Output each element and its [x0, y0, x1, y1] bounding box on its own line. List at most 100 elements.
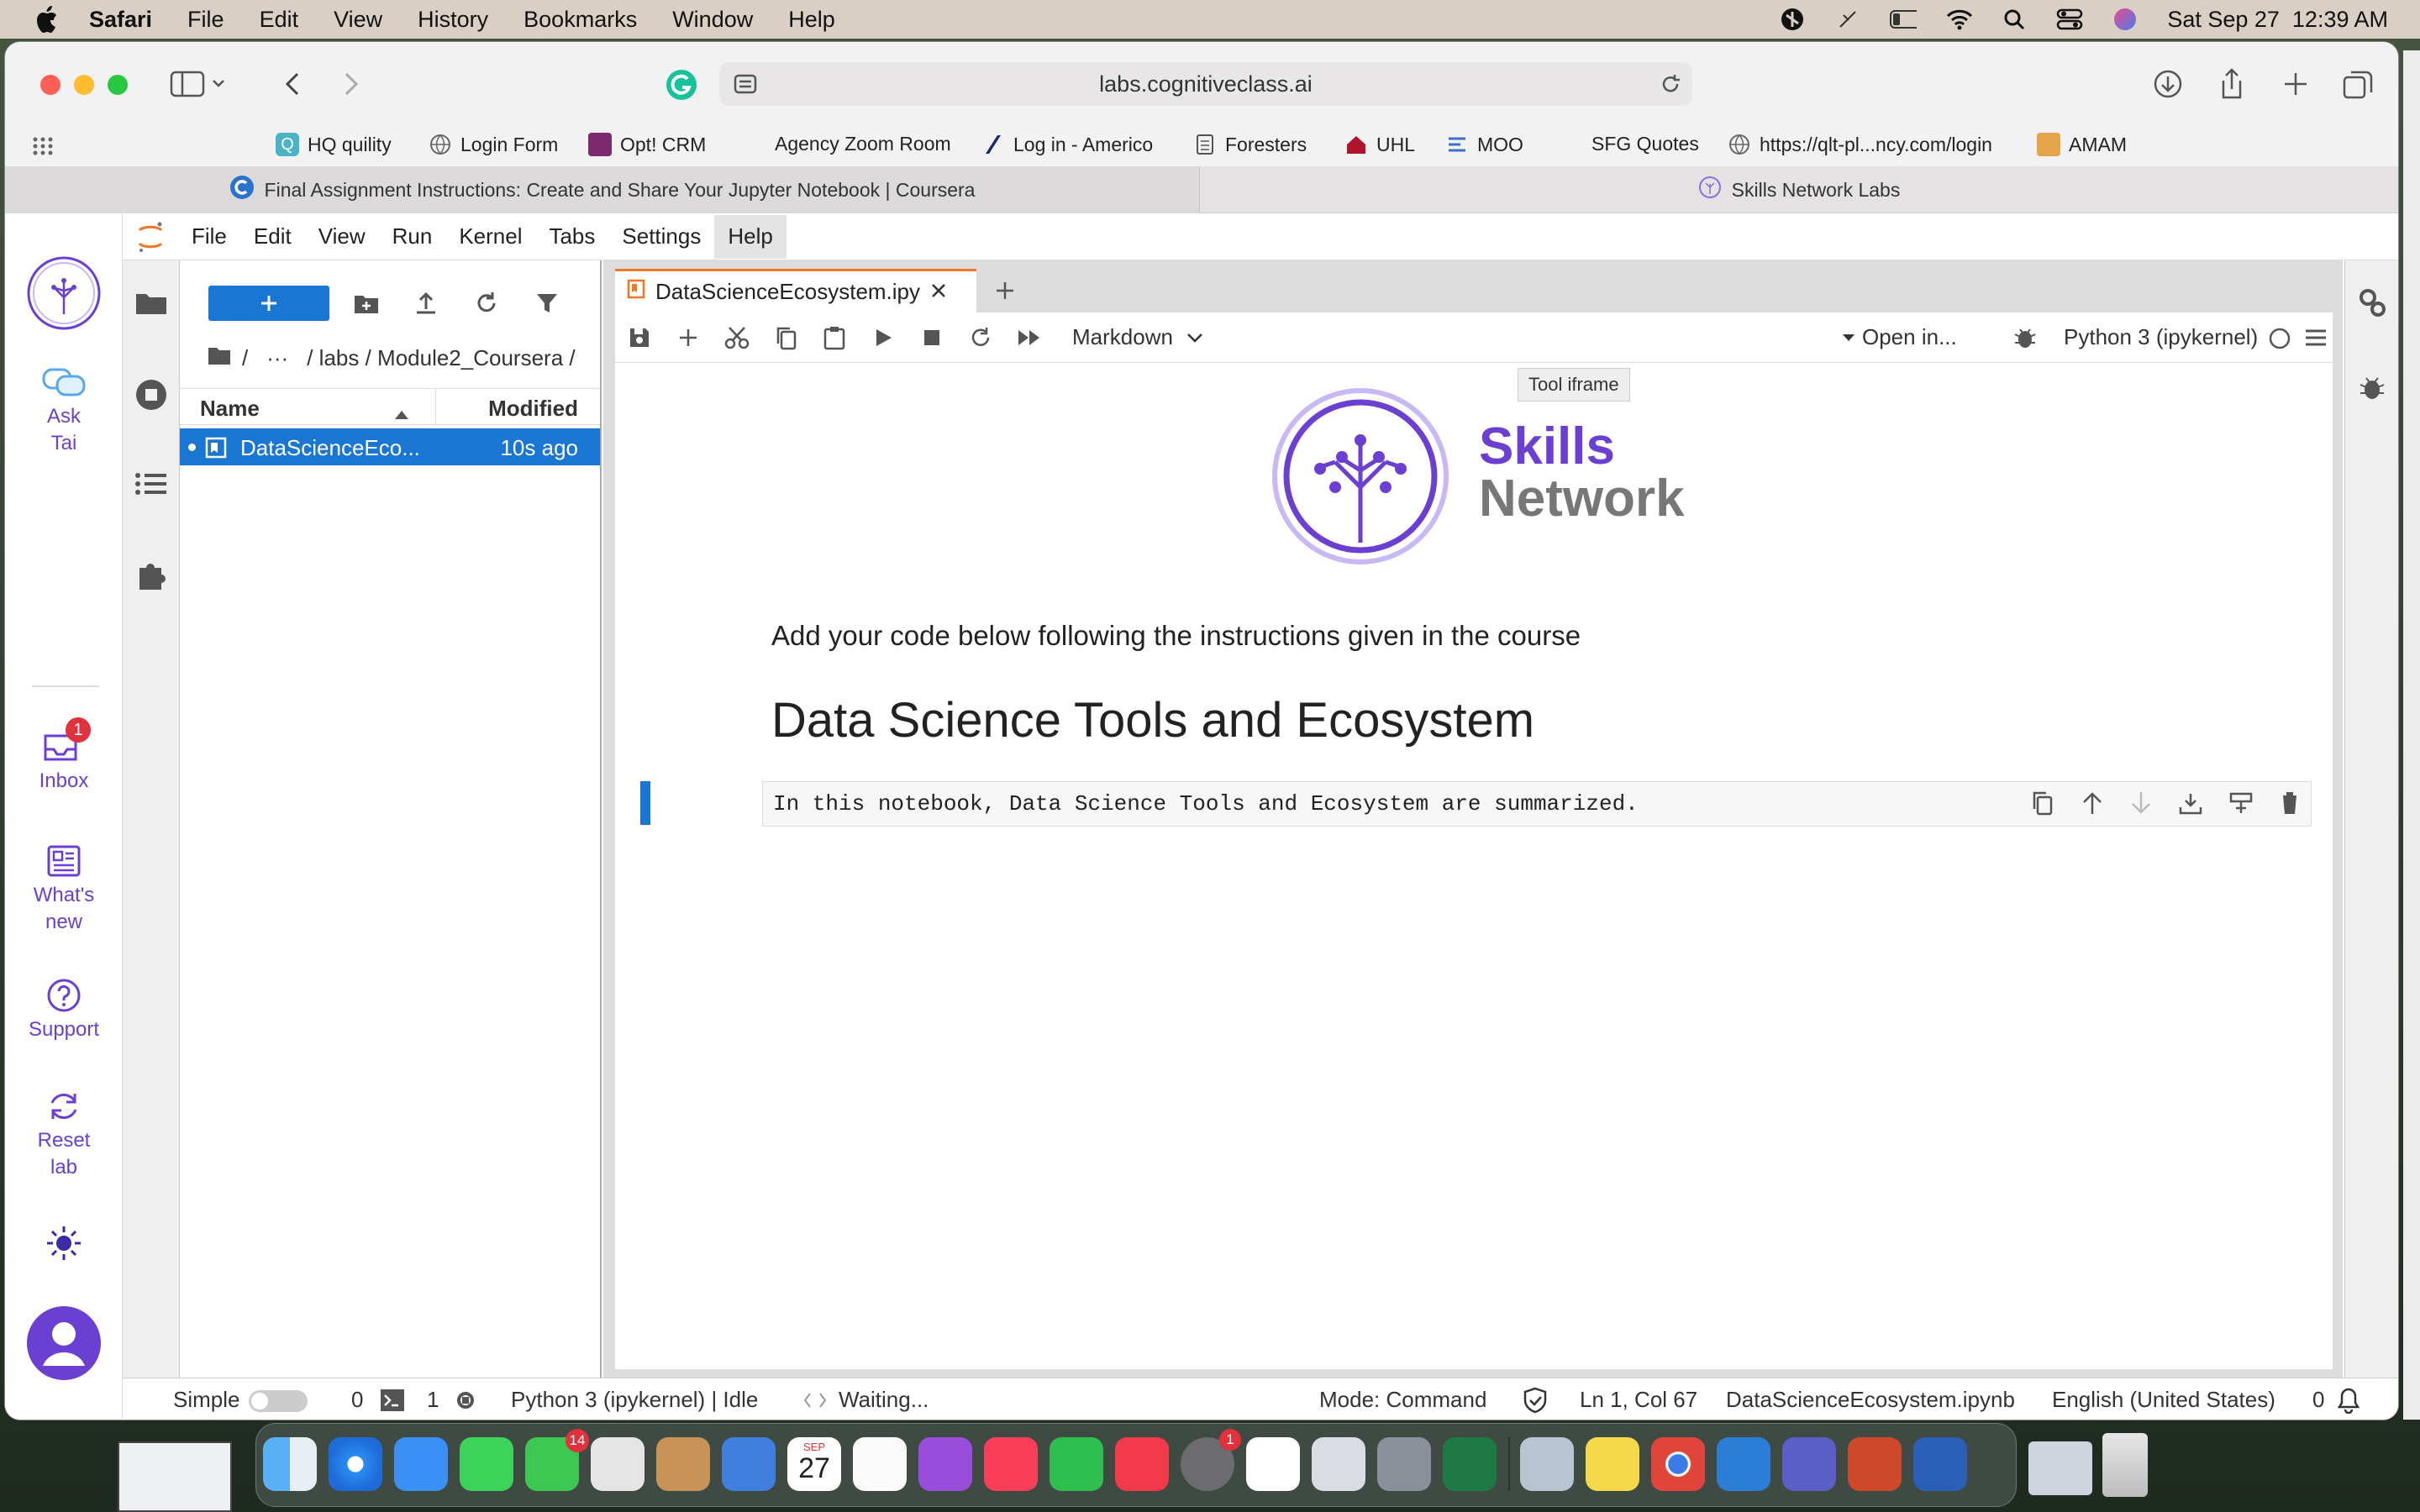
- home-folder-icon[interactable]: [207, 344, 232, 372]
- property-inspector-gears-icon[interactable]: [2357, 286, 2387, 323]
- iphone-mirroring-icon[interactable]: [1312, 1437, 1365, 1491]
- restart-kernel-icon[interactable]: [956, 312, 1005, 363]
- contacts-icon[interactable]: [656, 1437, 710, 1491]
- extensions-puzzle-icon[interactable]: [134, 559, 168, 597]
- sort-ascending-icon[interactable]: [393, 401, 410, 427]
- vscode-icon[interactable]: [1717, 1437, 1770, 1491]
- podcasts-icon[interactable]: [918, 1437, 972, 1491]
- move-up-icon[interactable]: [2081, 790, 2104, 822]
- trash-icon[interactable]: [2102, 1433, 2148, 1497]
- back-arrow-icon[interactable]: [282, 71, 302, 102]
- favorite-qlt-login[interactable]: https://qlt-pl...ncy.com/login: [1728, 133, 1992, 156]
- jupyter-menu-run[interactable]: Run: [379, 215, 446, 259]
- terminal-icon[interactable]: [380, 1389, 405, 1418]
- menu-help[interactable]: Help: [788, 7, 835, 33]
- insert-below-icon[interactable]: [2178, 790, 2203, 822]
- close-window-button[interactable]: [40, 75, 60, 95]
- teams-icon[interactable]: [1782, 1437, 1836, 1491]
- jupyter-menu-settings[interactable]: Settings: [608, 215, 714, 259]
- new-tab-icon[interactable]: [2282, 71, 2309, 102]
- cell-source[interactable]: In this notebook, Data Science Tools and…: [773, 791, 1639, 816]
- theme-toggle-button[interactable]: [5, 1223, 123, 1267]
- refresh-icon[interactable]: [474, 291, 499, 320]
- cell-type-dropdown[interactable]: Markdown: [1072, 324, 1203, 350]
- close-tab-icon[interactable]: [930, 279, 947, 305]
- launchpad-icon[interactable]: [591, 1437, 644, 1491]
- siri-icon[interactable]: [2112, 7, 2139, 32]
- skills-network-logo[interactable]: [5, 255, 123, 334]
- reload-icon[interactable]: [1659, 72, 1682, 102]
- url-text[interactable]: labs.cognitiveclass.ai: [1099, 71, 1313, 97]
- run-cell-icon[interactable]: [859, 312, 908, 363]
- favorite-amam[interactable]: AMAM: [2037, 133, 2127, 156]
- keynote-icon[interactable]: [722, 1437, 776, 1491]
- insert-cell-icon[interactable]: [664, 312, 713, 363]
- code-cell[interactable]: In this notebook, Data Science Tools and…: [762, 781, 2312, 827]
- terminals-count[interactable]: 0: [351, 1387, 363, 1413]
- save-icon[interactable]: [615, 312, 664, 363]
- control-center-icon[interactable]: [2056, 7, 2083, 32]
- menu-bookmarks[interactable]: Bookmarks: [523, 7, 637, 33]
- location-slash-icon[interactable]: [1834, 7, 1861, 32]
- downloads-icon[interactable]: [2153, 69, 2183, 103]
- sidebar-toggle-icon[interactable]: [170, 71, 225, 102]
- delete-cell-icon[interactable]: [2279, 790, 2301, 822]
- kernels-count[interactable]: 1: [427, 1387, 439, 1413]
- favorite-moo[interactable]: MOO: [1445, 133, 1523, 156]
- jupyter-menu-file[interactable]: File: [178, 215, 240, 259]
- calendar-icon[interactable]: SEP 27: [787, 1437, 841, 1491]
- tab-skills-network-labs[interactable]: Skills Network Labs: [1200, 166, 2398, 213]
- battery-icon[interactable]: [1890, 7, 1918, 32]
- numbers-icon[interactable]: [1050, 1437, 1103, 1491]
- minimize-window-button[interactable]: [74, 75, 94, 95]
- tab-coursera[interactable]: Final Assignment Instructions: Create an…: [5, 166, 1200, 213]
- breadcrumb-path[interactable]: / labs / Module2_Coursera /: [307, 345, 575, 371]
- tab-overview-icon[interactable]: [2343, 69, 2375, 103]
- notification-bell-icon[interactable]: [2336, 1387, 2361, 1420]
- favorite-opt-crm[interactable]: Opt! CRM: [588, 133, 706, 156]
- jupyter-logo-icon[interactable]: [123, 220, 178, 254]
- add-tab-icon[interactable]: [985, 270, 1025, 311]
- mail-icon[interactable]: [394, 1437, 448, 1491]
- wifi-icon[interactable]: [1945, 7, 1973, 32]
- copy-icon[interactable]: [761, 312, 810, 363]
- preview-icon[interactable]: [1520, 1437, 1574, 1491]
- restart-run-all-icon[interactable]: [1005, 312, 1054, 363]
- open-in-dropdown[interactable]: Open in...: [1842, 324, 1957, 350]
- column-header-modified[interactable]: Modified: [488, 396, 578, 422]
- apple-icon[interactable]: [30, 3, 62, 35]
- favorite-americo[interactable]: Log in - Americo: [981, 133, 1153, 156]
- support-button[interactable]: Support: [5, 978, 123, 1043]
- share-icon[interactable]: [2218, 67, 2245, 105]
- finder-icon[interactable]: [263, 1437, 317, 1491]
- menu-edit[interactable]: Edit: [260, 7, 299, 33]
- excel-icon[interactable]: [1443, 1437, 1497, 1491]
- menu-window[interactable]: Window: [672, 7, 753, 33]
- menu-history[interactable]: History: [418, 7, 488, 33]
- safari-icon[interactable]: [329, 1437, 382, 1491]
- column-header-name[interactable]: Name: [200, 396, 260, 422]
- kernel-gear-icon[interactable]: [454, 1389, 477, 1418]
- news-icon[interactable]: [1115, 1437, 1169, 1491]
- jupyter-menu-tabs[interactable]: Tabs: [535, 215, 608, 259]
- reminders-icon[interactable]: [853, 1437, 907, 1491]
- debugger-bug-icon[interactable]: [2013, 326, 2037, 355]
- ask-tai-button[interactable]: Ask Tai: [5, 366, 123, 457]
- favorite-uhl[interactable]: UHL: [1344, 133, 1415, 156]
- file-browser-folder-icon[interactable]: [134, 289, 168, 320]
- jupyter-menu-help[interactable]: Help: [714, 214, 786, 259]
- favorites-grid-icon[interactable]: [32, 136, 54, 161]
- table-of-contents-icon[interactable]: [134, 470, 168, 501]
- accessibility-icon[interactable]: [1779, 7, 1806, 32]
- menu-app-safari[interactable]: Safari: [89, 7, 152, 33]
- forward-arrow-icon[interactable]: [341, 71, 361, 102]
- move-down-icon[interactable]: [2129, 790, 2153, 822]
- duplicate-cell-icon[interactable]: [2032, 790, 2055, 822]
- breadcrumb-ellipsis[interactable]: ···: [266, 345, 288, 371]
- favorite-foresters[interactable]: Foresters: [1193, 133, 1307, 156]
- jupyter-menu-view[interactable]: View: [305, 215, 379, 259]
- trusted-shield-icon[interactable]: [1523, 1387, 1548, 1420]
- debugger-panel-bug-icon[interactable]: [2359, 375, 2386, 406]
- hamburger-menu-icon[interactable]: [2304, 328, 2328, 354]
- freeform-icon[interactable]: [1246, 1437, 1300, 1491]
